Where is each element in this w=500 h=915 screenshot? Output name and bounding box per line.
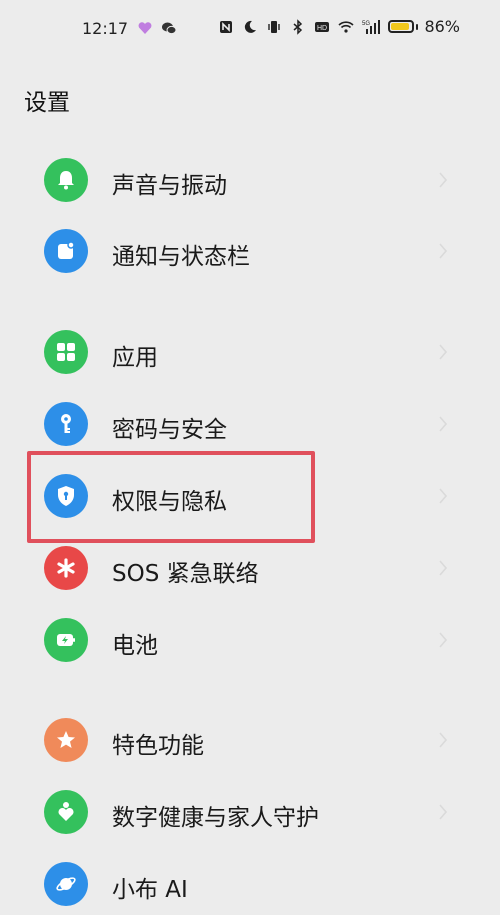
page-title: 设置: [24, 90, 70, 116]
heart-app-icon: [138, 22, 152, 34]
moon-icon: [245, 20, 257, 33]
asterisk-icon: [44, 546, 88, 590]
menu-item-label: 声音与振动: [112, 173, 227, 199]
battery-percent: 86%: [424, 17, 460, 36]
chevron-right-icon: [439, 416, 448, 432]
star-icon: [44, 718, 88, 762]
menu-item-label: 小布 AI: [112, 877, 188, 903]
notification-icon: [44, 229, 88, 273]
key-icon: [44, 402, 88, 446]
menu-item-notification-statusbar[interactable]: 通知与状态栏: [0, 220, 500, 282]
status-time: 12:17: [82, 19, 129, 38]
battery-charge-icon: [44, 618, 88, 662]
svg-text:5G: 5G: [362, 21, 370, 27]
chevron-right-icon: [439, 732, 448, 748]
menu-item-apps[interactable]: 应用: [0, 321, 500, 383]
battery-icon: 86%: [388, 17, 460, 36]
bell-icon: [44, 158, 88, 202]
menu-item-label: 应用: [112, 345, 158, 371]
apps-grid-icon: [44, 330, 88, 374]
menu-item-password-security[interactable]: 密码与安全: [0, 393, 500, 455]
menu-item-sos-emergency[interactable]: SOS 紧急联络: [0, 537, 500, 599]
chevron-right-icon: [439, 172, 448, 188]
menu-item-xiaobu-ai[interactable]: 小布 AI: [0, 853, 500, 915]
hd-icon: HD: [315, 21, 330, 32]
menu-item-label: 电池: [112, 633, 158, 659]
chevron-right-icon: [439, 344, 448, 360]
menu-item-label: 数字健康与家人守护: [112, 805, 319, 831]
menu-item-label: 特色功能: [112, 733, 204, 759]
bluetooth-icon: [293, 18, 303, 35]
chevron-right-icon: [439, 560, 448, 576]
chevron-right-icon: [439, 243, 448, 259]
highlight-annotation-box: [27, 451, 315, 543]
nfc-icon: [220, 20, 233, 33]
menu-item-label: 通知与状态栏: [112, 244, 250, 270]
menu-item-digital-wellbeing[interactable]: 数字健康与家人守护: [0, 781, 500, 843]
ai-assistant-icon: [44, 862, 88, 906]
menu-item-special-features[interactable]: 特色功能: [0, 709, 500, 771]
chevron-right-icon: [439, 804, 448, 820]
wechat-icon: [162, 22, 177, 35]
svg-text:HD: HD: [317, 25, 327, 32]
menu-item-battery[interactable]: 电池: [0, 609, 500, 671]
chevron-right-icon: [439, 632, 448, 648]
vibrate-icon: [268, 20, 281, 33]
status-bar: 12:17 HD 5G 86%: [0, 0, 500, 58]
signal-icon: 5G: [362, 19, 381, 34]
menu-item-label: SOS 紧急联络: [112, 561, 259, 587]
menu-item-label: 密码与安全: [112, 417, 227, 443]
family-heart-icon: [44, 790, 88, 834]
chevron-right-icon: [439, 488, 448, 504]
wifi-icon: [338, 20, 354, 33]
menu-item-sound-vibration[interactable]: 声音与振动: [0, 149, 500, 211]
